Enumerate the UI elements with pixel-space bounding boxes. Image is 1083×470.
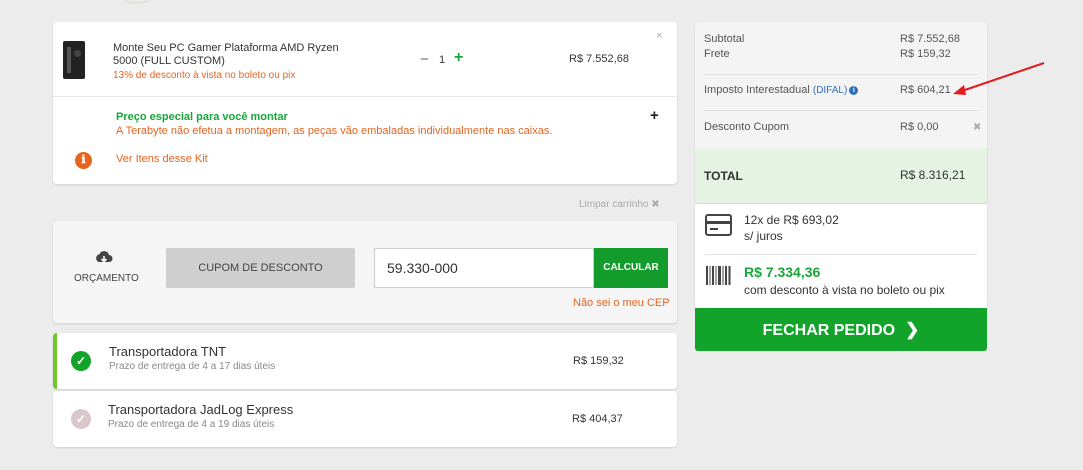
coupon-discount-label: Desconto Cupom: [704, 121, 789, 133]
cep-input[interactable]: [374, 248, 594, 288]
clear-cart-link[interactable]: Limpar carrinho ✖: [579, 199, 660, 210]
calculate-shipping-button[interactable]: CALCULAR: [594, 248, 668, 288]
order-summary: Subtotal R$ 7.552,68 Frete R$ 159,32 Imp…: [695, 22, 987, 203]
barcode-icon: [706, 266, 731, 285]
total-row: TOTAL R$ 8.316,21: [695, 148, 987, 203]
quantity-value: 1: [439, 54, 446, 66]
freight-value: R$ 159,32: [900, 48, 951, 60]
remove-coupon-icon[interactable]: ✖: [973, 122, 981, 133]
clear-cart-icon: ✖: [651, 199, 660, 210]
shipping-option-tnt[interactable]: ✓ Transportadora TNT Prazo de entrega de…: [53, 333, 677, 389]
shipping-price: R$ 404,37: [572, 413, 623, 425]
clear-cart-label: Limpar carrinho: [579, 199, 649, 210]
total-value: R$ 8.316,21: [900, 168, 966, 182]
selected-check-icon[interactable]: ✓: [71, 351, 91, 371]
info-icon[interactable]: i: [849, 86, 859, 95]
shipping-time: Prazo de entrega de 4 a 19 dias úteis: [108, 419, 275, 430]
shipping-name: Transportadora JadLog Express: [108, 402, 294, 417]
product-discount-note: 13% de desconto à vista no boleto ou pix: [113, 70, 296, 81]
boleto-price: R$ 7.334,36: [744, 264, 821, 280]
payment-divider: [705, 254, 977, 255]
subtotal-label: Subtotal: [704, 33, 745, 45]
expand-assembly-button[interactable]: +: [650, 107, 659, 124]
info-icon: ℹ: [75, 152, 92, 169]
checkout-label: FECHAR PEDIDO: [762, 322, 896, 339]
chevron-right-icon: ❯: [905, 320, 920, 339]
total-label: TOTAL: [704, 169, 743, 183]
tax-label: Imposto Interestadual: [704, 84, 810, 96]
remove-item-button[interactable]: ×: [656, 30, 662, 42]
discount-coupon-button[interactable]: CUPOM DE DESCONTO: [166, 248, 355, 288]
product-row: Monte Seu PC Gamer Plataforma AMD Ryzen …: [53, 22, 677, 97]
view-kit-items-link[interactable]: Ver Itens desse Kit: [116, 153, 208, 165]
unknown-cep-link[interactable]: Não sei o meu CEP: [573, 297, 670, 309]
cart-item-card: Monte Seu PC Gamer Plataforma AMD Ryzen …: [53, 22, 677, 184]
tax-row: Imposto Interestadual (DIFAL) i: [704, 84, 859, 96]
shipping-name: Transportadora TNT: [109, 344, 227, 359]
no-interest-text: s/ juros: [744, 229, 783, 243]
top-decoration: [122, 0, 152, 4]
product-thumbnail[interactable]: [63, 41, 85, 79]
assembly-note: A Terabyte não efetua a montagem, as peç…: [116, 125, 553, 137]
summary-divider: [704, 74, 978, 75]
difal-link[interactable]: (DIFAL): [813, 85, 847, 96]
boleto-note: com desconto à vista no boleto ou pix: [744, 283, 945, 297]
assembly-title: Preço especial para você montar: [116, 111, 288, 123]
shipping-time: Prazo de entrega de 4 a 17 dias úteis: [109, 361, 276, 372]
red-arrow-annotation: [953, 62, 1045, 95]
product-name[interactable]: Monte Seu PC Gamer Plataforma AMD Ryzen …: [113, 42, 358, 68]
cloud-download-icon[interactable]: [95, 251, 113, 265]
shipping-price: R$ 159,32: [573, 355, 624, 367]
subtotal-value: R$ 7.552,68: [900, 33, 960, 45]
payment-options: 12x de R$ 693,02 s/ juros R$ 7.334,36 co…: [695, 204, 987, 308]
unselected-check-icon[interactable]: ✓: [71, 409, 91, 429]
quantity-decrease-button[interactable]: −: [420, 52, 429, 67]
freight-label: Frete: [704, 48, 730, 60]
quantity-increase-button[interactable]: +: [454, 50, 463, 66]
budget-label[interactable]: ORÇAMENTO: [74, 273, 139, 284]
coupon-shipping-card: ORÇAMENTO CUPOM DE DESCONTO CALCULAR Não…: [53, 221, 677, 323]
checkout-button[interactable]: FECHAR PEDIDO ❯: [695, 308, 987, 351]
credit-card-icon: [705, 214, 732, 236]
summary-divider: [704, 110, 978, 111]
shipping-option-jadlog[interactable]: ✓ Transportadora JadLog Express Prazo de…: [53, 391, 677, 447]
tax-value: R$ 604,21: [900, 84, 951, 96]
product-price: R$ 7.552,68: [569, 53, 629, 65]
installments-text: 12x de R$ 693,02: [744, 213, 839, 227]
coupon-discount-value: R$ 0,00: [900, 121, 939, 133]
